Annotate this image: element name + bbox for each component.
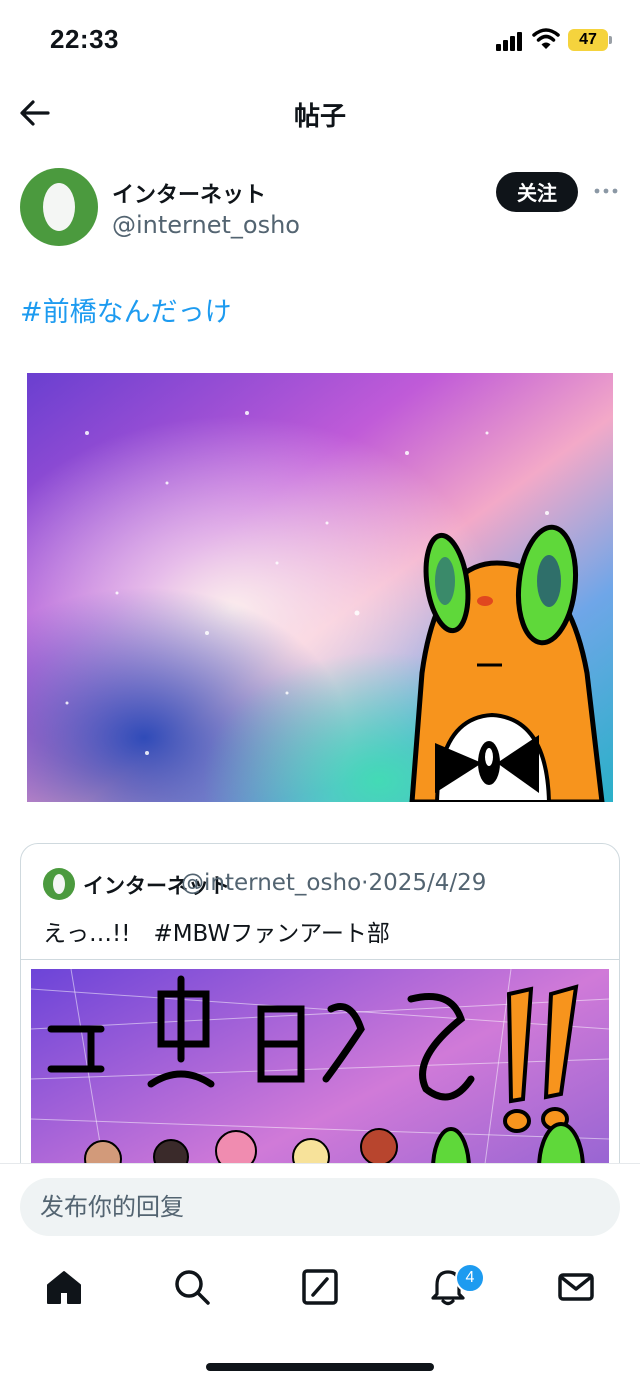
quote-date: 2025/4/29 [368, 870, 487, 896]
home-indicator [206, 1363, 434, 1371]
follow-button[interactable]: 关注 [496, 172, 578, 212]
post-image[interactable] [27, 373, 613, 802]
avatar[interactable] [20, 168, 98, 246]
quote-author-handle: @internet_osho [181, 870, 362, 896]
status-time: 22:33 [50, 24, 119, 54]
quote-divider [21, 959, 619, 960]
quote-meta: @internet_osho·2025/4/29 [181, 870, 486, 896]
home-icon[interactable] [44, 1267, 84, 1307]
notification-badge: 4 [455, 1263, 485, 1293]
compose-icon[interactable] [300, 1267, 340, 1307]
wifi-icon [532, 28, 560, 49]
search-icon[interactable] [172, 1267, 212, 1307]
galaxy-illustration [27, 373, 613, 802]
quote-avatar [43, 868, 75, 900]
messages-icon[interactable] [556, 1267, 596, 1307]
author-handle[interactable]: @internet_osho [112, 211, 300, 239]
page-title: 帖子 [293, 102, 346, 132]
reply-input[interactable] [20, 1178, 620, 1236]
author-name[interactable]: インターネット [112, 177, 266, 209]
quote-text: えっ…!! #MBWファンアート部 [43, 921, 390, 947]
more-horizontal-icon[interactable] [594, 186, 618, 196]
orange-character [409, 524, 605, 802]
post-hashtag-link[interactable]: #前橋なんだっけ [20, 290, 232, 329]
battery-icon: 47 [568, 29, 612, 51]
bottom-bar [0, 1163, 640, 1386]
signal-icon [496, 32, 522, 51]
